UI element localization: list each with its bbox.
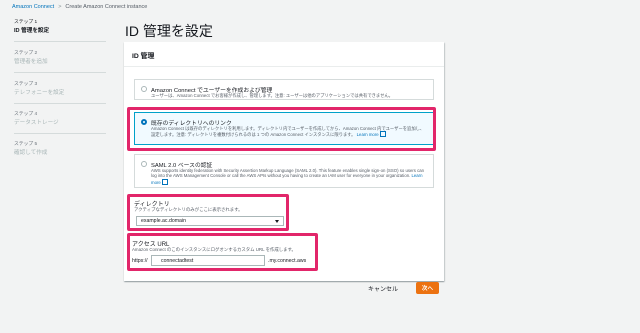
step-4: ステップ 4 データストレージ xyxy=(14,110,106,126)
directory-description: アクティブなディレクトリのみがここに表示されます。 xyxy=(134,207,243,212)
radio-existing-directory[interactable] xyxy=(141,119,147,125)
page-title: ID 管理を設定 xyxy=(125,23,213,39)
step-title: 管理者を追加 xyxy=(14,59,48,65)
step-title: ID 管理を設定 xyxy=(14,28,50,34)
identity-management-panel: ID 管理 Amazon Connect でユーザーを作成および管理 ユーザーは… xyxy=(124,42,444,281)
panel-divider xyxy=(124,66,444,67)
step-number: ステップ 4 xyxy=(14,112,38,117)
step-number: ステップ 1 xyxy=(14,20,38,25)
step-divider xyxy=(14,103,106,104)
breadcrumb: Amazon Connect > Create Amazon Connect ins… xyxy=(12,4,147,10)
step-title: テレフォニーを設定 xyxy=(14,90,65,96)
step-number: ステップ 5 xyxy=(14,142,38,147)
step-number: ステップ 3 xyxy=(14,82,38,87)
learn-more-link[interactable]: Learn more xyxy=(357,132,379,137)
step-1: ステップ 1 ID 管理を設定 xyxy=(14,18,106,34)
external-link-icon xyxy=(161,178,168,185)
caret-down-icon xyxy=(275,220,279,223)
step-number: ステップ 2 xyxy=(14,51,38,56)
option-existing-directory[interactable]: 既存のディレクトリへのリンク Amazon Connect は既存のディレクトリ… xyxy=(134,112,434,145)
breadcrumb-current: Create Amazon Connect instance xyxy=(65,4,148,10)
radio-connect-managed[interactable] xyxy=(141,86,147,92)
panel-header: ID 管理 xyxy=(132,53,155,60)
url-prefix: https:// xyxy=(132,258,148,264)
step-divider xyxy=(14,41,106,42)
access-url-input[interactable] xyxy=(151,255,265,266)
option-description: Amazon Connect は既存のディレクトリを利用します。ディレクトリ内で… xyxy=(151,126,427,138)
step-title: 確認して作成 xyxy=(14,150,48,156)
radio-saml[interactable] xyxy=(141,161,147,167)
next-button[interactable]: 次へ xyxy=(416,282,439,294)
option-saml[interactable]: SAML 2.0 ベースの認証 AWS supports identity fe… xyxy=(134,154,434,188)
directory-selected-value: example.ac.domain xyxy=(141,218,186,224)
option-connect-managed[interactable]: Amazon Connect でユーザーを作成および管理 ユーザーは、Amazo… xyxy=(134,79,434,100)
option-description-text: AWS supports identity federation with Se… xyxy=(151,168,425,179)
option-description: ユーザーは、Amazon Connect でお客様が作成し、管理します。注意: … xyxy=(151,93,393,98)
breadcrumb-link-amazon-connect[interactable]: Amazon Connect xyxy=(12,4,54,10)
cancel-button[interactable]: キャンセル xyxy=(368,284,398,293)
url-suffix: .my.connect.aws xyxy=(268,258,307,264)
external-link-icon xyxy=(379,131,386,138)
step-5: ステップ 5 確認して作成 xyxy=(14,140,106,156)
step-3: ステップ 3 テレフォニーを設定 xyxy=(14,80,106,96)
step-2: ステップ 2 管理者を追加 xyxy=(14,49,106,65)
step-divider xyxy=(14,133,106,134)
directory-select[interactable]: example.ac.domain xyxy=(136,216,284,226)
chevron-right-icon: > xyxy=(58,4,62,10)
step-divider xyxy=(14,72,106,73)
access-url-description: Amazon Connect のこのインスタンスにログオンするカスタム URL … xyxy=(132,247,296,252)
step-title: データストレージ xyxy=(14,120,59,126)
option-description: AWS supports identity federation with Se… xyxy=(151,168,427,185)
